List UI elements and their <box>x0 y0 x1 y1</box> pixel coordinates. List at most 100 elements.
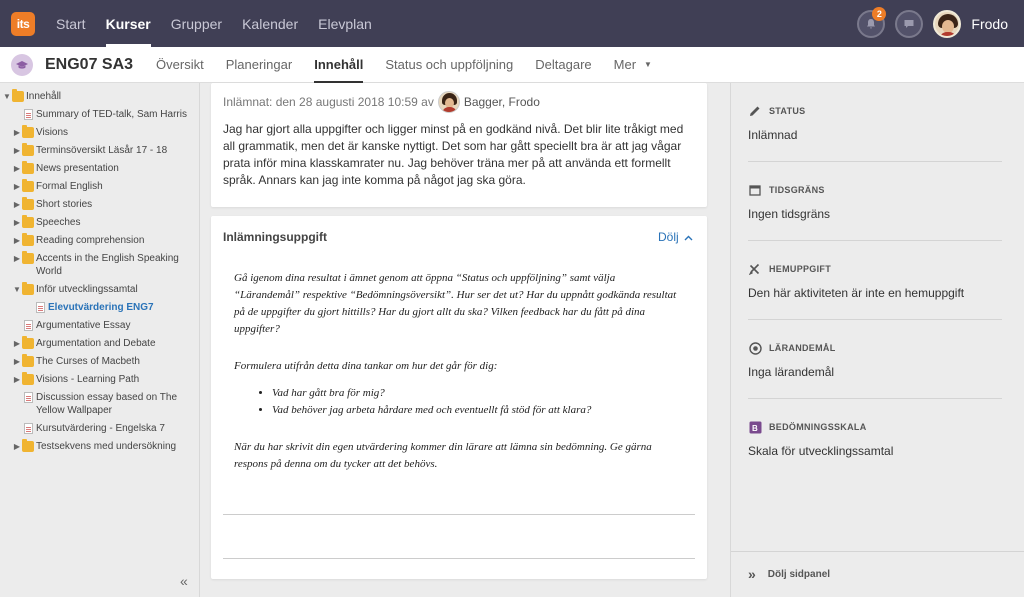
tree-item-selected[interactable]: Elevutvärdering ENG7 <box>0 299 199 317</box>
tree-item-label: Terminsöversikt Läsår 17 - 18 <box>36 145 168 156</box>
tree-item[interactable]: ▶ Visions - Learning Path <box>0 371 199 389</box>
tree-item-label: News presentation <box>36 163 119 174</box>
meta-homework: HEMUPPGIFT Den här aktiviteten är inte e… <box>748 241 1002 320</box>
tree-item-label: Discussion essay based on The Yellow Wal… <box>36 392 178 416</box>
tree-item-label: Reading comprehension <box>36 235 145 246</box>
tree-item-label: Speeches <box>36 217 81 228</box>
expand-icon[interactable]: ▼ <box>2 90 12 103</box>
tree-item[interactable]: ▼ Inför utvecklingssamtal <box>0 281 199 299</box>
tree-item[interactable]: ▶ News presentation <box>0 160 199 178</box>
chevron-right-icon[interactable]: ▶ <box>12 180 22 193</box>
document-icon <box>36 302 45 313</box>
submitted-line: Inlämnat: den 28 augusti 2018 10:59 av B… <box>223 91 540 113</box>
user-name[interactable]: Frodo <box>971 16 1008 32</box>
pencil-icon <box>748 104 762 118</box>
task-card: Inlämningsuppgift Dölj Gå igenom dina re… <box>211 216 707 579</box>
messages-button[interactable] <box>895 9 924 38</box>
nav-grupper[interactable]: Grupper <box>161 0 232 47</box>
chevron-right-icon[interactable]: ▶ <box>12 337 22 350</box>
content-tree-sidebar: ▼ Innehåll Summary of TED-talk, Sam Harr… <box>0 83 200 597</box>
tree-item[interactable]: ▶ Formal English <box>0 178 199 196</box>
tree-root[interactable]: ▼ Innehåll <box>0 88 199 106</box>
chevron-up-icon <box>684 235 693 241</box>
nav-start[interactable]: Start <box>46 0 96 47</box>
tab-mer-label: Mer <box>613 57 637 72</box>
tab-innehall[interactable]: Innehåll <box>303 47 374 83</box>
caret-down-icon: ▼ <box>644 60 652 69</box>
task-paragraph: När du har skrivit din egen utvärdering … <box>234 441 652 470</box>
course-tabs: Översikt Planeringar Innehåll Status och… <box>145 47 663 83</box>
chevron-right-icon[interactable]: ▶ <box>12 234 22 247</box>
folder-icon <box>22 143 34 156</box>
tree-item[interactable]: ▶ Short stories <box>0 196 199 214</box>
task-bullet-list: Vad har gått bra för mig? Vad behöver ja… <box>272 385 682 419</box>
tab-status[interactable]: Status och uppföljning <box>374 47 524 83</box>
grade-scale-icon: B <box>748 420 762 434</box>
chevron-right-icon[interactable]: ▶ <box>12 126 22 139</box>
main-nav: Start Kurser Grupper Kalender Elevplan <box>46 0 382 47</box>
tree-item[interactable]: ▶ Visions <box>0 124 199 142</box>
user-avatar[interactable] <box>933 9 962 38</box>
nav-kurser[interactable]: Kurser <box>96 0 161 47</box>
its-logo[interactable]: its <box>11 11 35 36</box>
tree-item-label: Visions <box>36 127 69 138</box>
tree-item[interactable]: ▶ Terminsöversikt Läsår 17 - 18 <box>0 142 199 160</box>
chevron-right-icon[interactable]: ▶ <box>12 144 22 157</box>
tree-item-label: Testsekvens med undersökning <box>36 441 177 452</box>
top-right-actions: 2 Frodo <box>857 6 1008 38</box>
hide-side-panel-label: Dölj sidpanel <box>767 568 831 580</box>
tree-item[interactable]: Discussion essay based on The Yellow Wal… <box>0 389 199 420</box>
tab-mer[interactable]: Mer ▼ <box>603 47 663 83</box>
document-icon <box>24 423 33 434</box>
tree-item[interactable]: Argumentative Essay <box>0 317 199 335</box>
chevron-right-icon[interactable]: ▶ <box>12 373 22 386</box>
submitter-name[interactable]: Bagger, Frodo <box>464 95 540 109</box>
tab-planeringar[interactable]: Planeringar <box>215 47 304 83</box>
chevron-right-icon[interactable]: ▶ <box>12 162 22 175</box>
nav-kalender[interactable]: Kalender <box>232 0 308 47</box>
meta-deadline: TIDSGRÄNS Ingen tidsgräns <box>748 162 1002 241</box>
tree-item[interactable]: ▶ Accents in the English Speaking World <box>0 250 199 281</box>
folder-icon <box>22 372 34 385</box>
tab-deltagare[interactable]: Deltagare <box>524 47 602 83</box>
task-bullet: Vad behöver jag arbeta hårdare med och e… <box>272 402 682 419</box>
task-description: Gå igenom dina resultat i ämnet genom at… <box>234 270 682 493</box>
tree-item[interactable]: ▶ Reading comprehension <box>0 232 199 250</box>
meta-title: TIDSGRÄNS <box>769 185 825 195</box>
tree-item[interactable]: ▶ Argumentation and Debate <box>0 335 199 353</box>
folder-icon <box>22 179 34 192</box>
tree-item[interactable]: Summary of TED-talk, Sam Harris <box>0 106 199 124</box>
tree-item[interactable]: ▶ Speeches <box>0 214 199 232</box>
tree-item-label: Argumentation and Debate <box>36 338 156 349</box>
course-title[interactable]: ENG07 SA3 <box>45 56 133 74</box>
course-cap-icon <box>11 53 33 76</box>
task-header: Inlämningsuppgift <box>223 230 327 244</box>
chevron-right-icon[interactable]: ▶ <box>12 198 22 211</box>
tree-item-label: Accents in the English Speaking World <box>36 253 179 277</box>
tree-item[interactable]: Kursutvärdering - Engelska 7 <box>0 420 199 438</box>
chevron-down-icon[interactable]: ▼ <box>12 283 22 296</box>
tree-item-label: Visions - Learning Path <box>36 374 140 385</box>
hide-task-button[interactable]: Dölj <box>658 230 693 244</box>
nav-elevplan[interactable]: Elevplan <box>308 0 382 47</box>
folder-icon <box>22 354 34 367</box>
tab-oversikt[interactable]: Översikt <box>145 47 215 83</box>
chevron-right-icon[interactable]: ▶ <box>12 355 22 368</box>
notifications-button[interactable]: 2 <box>857 6 887 38</box>
tree-item[interactable]: ▶ The Curses of Macbeth <box>0 353 199 371</box>
hide-side-panel-button[interactable]: » Dölj sidpanel <box>748 566 830 582</box>
tree-item-label: Kursutvärdering - Engelska 7 <box>36 423 165 434</box>
tree-item[interactable]: ▶ Testsekvens med undersökning <box>0 438 199 456</box>
svg-text:B: B <box>752 424 758 433</box>
submission-card: Inlämnat: den 28 augusti 2018 10:59 av B… <box>211 83 707 207</box>
divider <box>731 551 1024 552</box>
meta-value: Skala för utvecklingssamtal <box>748 444 894 458</box>
chevron-right-icon[interactable]: ▶ <box>12 216 22 229</box>
meta-title: LÄRANDEMÅL <box>769 343 836 353</box>
chevron-right-icon[interactable]: ▶ <box>12 252 22 265</box>
chevron-right-icon[interactable]: ▶ <box>12 440 22 453</box>
folder-icon <box>22 125 34 138</box>
collapse-sidebar-icon[interactable]: « <box>180 573 188 589</box>
folder-icon <box>22 439 34 452</box>
document-icon <box>24 109 33 120</box>
